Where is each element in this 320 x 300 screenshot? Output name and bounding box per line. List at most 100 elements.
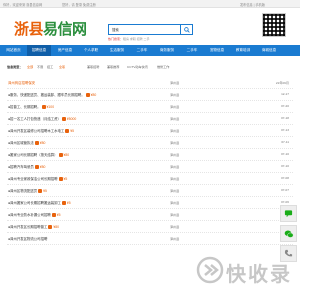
filter-option-all[interactable]: 全部 [27, 64, 33, 69]
listing-place: 泽州县 [170, 141, 180, 145]
watermark-text: 快收录 [226, 262, 292, 286]
qr-code [262, 13, 286, 37]
list-item[interactable]: ●泽州专业家政保洁公司长期招聘 ¥5 泽州县 07-08 [7, 173, 293, 185]
listing-price: ¥80 [39, 165, 46, 169]
chat-button[interactable] [280, 205, 297, 222]
badge-icon [34, 165, 39, 170]
listing-price: ¥100 [46, 105, 55, 109]
listing-price: ¥5 [66, 201, 71, 205]
nav-item-usedcar[interactable]: 二手车 [131, 45, 153, 56]
filter-option-recruit[interactable]: 招工 [47, 64, 53, 69]
listing-price: ¥5 [70, 129, 75, 133]
filter-option-repair[interactable]: 维修工作 [157, 64, 169, 69]
list-item[interactable]: ●搬家公司长期招聘（按天结算） ¥80 泽州县 07-10 [7, 149, 293, 161]
badge-icon [48, 225, 53, 230]
listing-place: 泽州县 [170, 153, 180, 157]
wechat-icon [284, 230, 293, 238]
badge-icon [38, 189, 43, 194]
list-item[interactable]: 泽州商店招聘保安 泽州县 22年09月 [7, 77, 293, 89]
nav-item-jobseek[interactable]: 个人求职 [79, 45, 103, 56]
filter-option-parttime[interactable]: 兼职招聘 [87, 64, 99, 69]
listing-place: 泽州县 [170, 213, 180, 217]
list-item[interactable]: ●泽州专业防水补漏公司招聘 ¥5泽州县07-05 [7, 209, 293, 221]
login-links[interactable]: 您好，请 登录 免费注册 [62, 2, 96, 7]
nav-item-home[interactable]: 网站首页 [2, 45, 25, 56]
nav-item-mall[interactable]: 商城信息 [257, 45, 281, 56]
listing-title[interactable]: ●泽州搬家公司长期招聘搬运装卸工 ¥5 [8, 200, 71, 206]
wechat-button[interactable] [280, 225, 297, 242]
logo-text-part1: 浙县 [14, 20, 44, 38]
listing-title[interactable]: ●服务、快递配送员、搬运装卸、跟车员长期招聘。 ¥80 [8, 92, 96, 98]
nav-item-business[interactable]: 商务服务 [155, 45, 179, 56]
listing-title[interactable]: ●招聘汽车驾驶员 ¥80 [8, 164, 46, 170]
listing-title[interactable]: ●泽州区城管执法 ¥80 [8, 140, 45, 146]
filter-row: 信息类型： 全部 不限 招工 全职 兼职招聘 兼职推荐 CCTV动车快讯 维修工… [7, 62, 293, 70]
badge-icon [58, 153, 63, 158]
watermark: 快收录 [196, 252, 296, 292]
listing-title[interactable]: ●泽州专业家政保洁公司长期招聘 ¥5 [8, 176, 67, 182]
logo-text-part2: 易信网 [43, 20, 87, 38]
filter-label: 信息类型： [7, 65, 23, 69]
list-item[interactable]: ●招聘汽车驾驶员 ¥80 泽州县 07-10 [7, 161, 293, 173]
list-item[interactable]: ●泽州开发区物流公司招聘 泽州县07-02 [7, 233, 293, 245]
hot-search-items[interactable]: 租房 求职 招聘 二手 [123, 37, 150, 41]
badge-icon [61, 117, 66, 122]
listing-title[interactable]: ●泽州开发区物流公司招聘 [8, 236, 47, 241]
listing-place: 泽州县 [170, 129, 180, 133]
listing-date: 07-10 [281, 164, 289, 168]
listing-place: 泽州县 [170, 81, 180, 85]
listing-title[interactable]: ●泽州区物流配送员 ¥5 [8, 188, 47, 194]
quick-links[interactable]: 发布信息 | 手机版 [240, 2, 265, 7]
badge-icon [51, 213, 56, 218]
nav-item-usedcar-2[interactable]: 二手车 [181, 45, 203, 56]
welcome-text: 你好，欢迎来到 浙县信息网 [3, 3, 43, 7]
listing-date: 07-20 [281, 104, 289, 108]
listing-title[interactable]: ●泽州开发区长期招聘普工 ¥80 [8, 224, 59, 230]
listing-price: ¥80 [63, 153, 70, 157]
list-item[interactable]: ●招一名工人打包快递（月结工资） ¥5000 泽州县 07-18 [7, 113, 293, 125]
top-bar: 你好，欢迎来到 浙县信息网 您好，请 登录 免费注册 发布信息 | 手机版 [0, 0, 300, 8]
nav-item-life[interactable]: 生活服务 [105, 45, 129, 56]
listing-date: 07-08 [281, 176, 289, 180]
listing-title[interactable]: ●招一名工人打包快递（月结工资） ¥5000 [8, 116, 77, 122]
site-logo[interactable]: 浙县易信网 [14, 12, 87, 38]
listing-date: 22年09月 [275, 81, 289, 85]
listing-price: ¥5000 [66, 117, 77, 121]
list-item[interactable]: ●泽州搬家公司长期招聘搬运装卸工 ¥5 泽州县 07-06 [7, 197, 293, 209]
nav-item-education[interactable]: 教育培训 [231, 45, 255, 56]
hot-search-label: 热门搜索： [108, 37, 124, 41]
listing-price: ¥5 [56, 213, 61, 217]
nav-item-housing[interactable]: 房产信息 [53, 45, 77, 56]
filter-option-any[interactable]: 不限 [37, 64, 43, 69]
list-item[interactable]: ●招普工、长期招聘。 ¥100 泽州县 07-20 [7, 101, 293, 113]
filter-option-parttime-rec[interactable]: 兼职推荐 [107, 64, 119, 69]
hot-search: 热门搜索：租房 求职 招聘 二手 [108, 37, 150, 41]
list-item[interactable]: ●服务、快递配送员、搬运装卸、跟车员长期招聘。 ¥80 泽州县 12-17 [7, 89, 293, 101]
watermark-logo-icon [196, 256, 224, 284]
listing-place: 泽州县 [170, 177, 180, 181]
listing-title[interactable]: ●招普工、长期招聘。 ¥100 [8, 104, 55, 110]
search-icon [183, 26, 190, 33]
filter-option-cctv[interactable]: CCTV动车快讯 [127, 64, 148, 69]
filter-option-fulltime[interactable]: 全职 [59, 64, 65, 69]
badge-icon [61, 201, 66, 206]
badge-icon [65, 129, 70, 134]
list-item[interactable]: ●泽州区物流配送员 ¥5 泽州县 07-07 [7, 185, 293, 197]
list-item[interactable]: ●泽州开发区装修公司招聘木工水电工 ¥5 泽州县 07-13 [7, 125, 293, 137]
search-button[interactable] [180, 24, 193, 35]
badge-icon [85, 93, 90, 98]
list-item[interactable]: ●泽州开发区长期招聘普工 ¥80泽州县07-03 [7, 221, 293, 233]
listing-title[interactable]: 泽州商店招聘保安 [8, 80, 35, 85]
listing-title[interactable]: ●泽州开发区装修公司招聘木工水电工 ¥5 [8, 128, 75, 134]
listing-title[interactable]: ●泽州专业防水补漏公司招聘 ¥5 [8, 212, 61, 218]
listing-place: 泽州县 [170, 237, 180, 241]
listing-date: 07-11 [281, 140, 289, 144]
listing-date: 12-17 [281, 92, 289, 96]
list-item[interactable]: ●泽州区城管执法 ¥80 泽州县 07-11 [7, 137, 293, 149]
listing-place: 泽州县 [170, 93, 180, 97]
nav-item-jobs[interactable]: 招聘信息 [27, 45, 51, 56]
listing-date: 07-13 [281, 128, 289, 132]
logo-text: 浙县易信网 [14, 18, 87, 39]
nav-item-pets[interactable]: 宠物信息 [205, 45, 229, 56]
listing-title[interactable]: ●搬家公司长期招聘（按天结算） ¥80 [8, 152, 70, 158]
